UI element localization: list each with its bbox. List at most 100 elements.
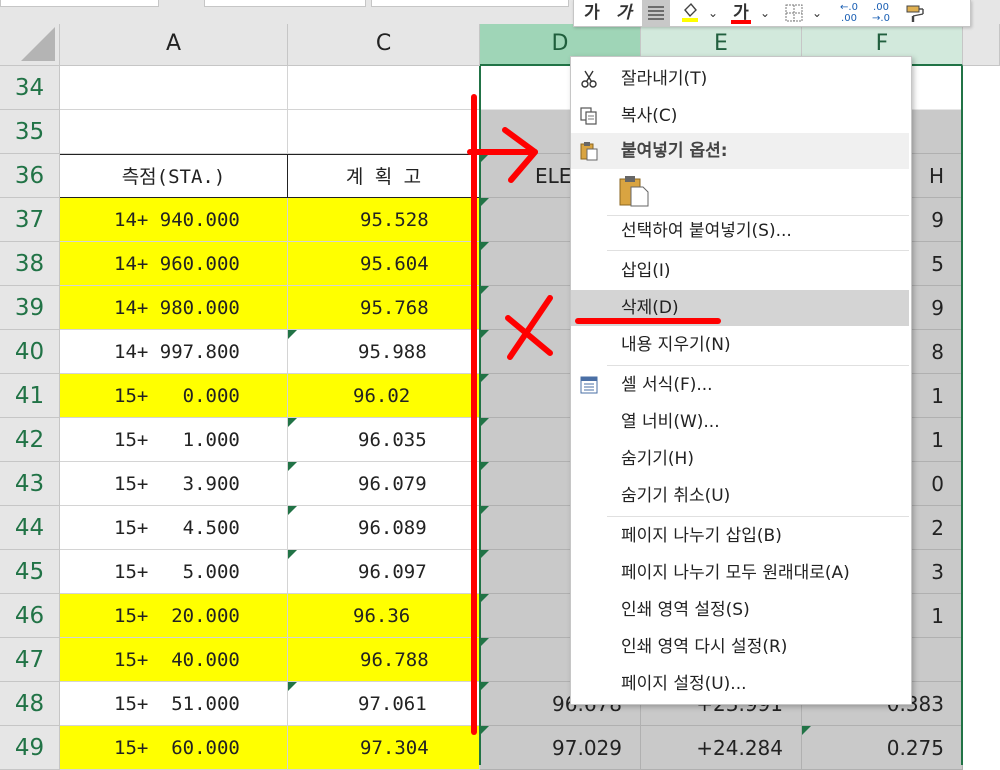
cell-c-36[interactable]: 계 획 고 [288, 154, 480, 198]
cell-e-49[interactable]: +24.284 [641, 726, 802, 770]
cell-a-48[interactable]: 15+ 51.000 [60, 682, 288, 726]
cell-a-42[interactable]: 15+ 1.000 [60, 418, 288, 462]
column-header-c[interactable]: C [288, 24, 480, 66]
cell-value: 97.061 [358, 693, 427, 715]
align-center-button[interactable] [642, 0, 670, 26]
menu-item-set-print-area[interactable]: 인쇄 영역 설정(S) [571, 592, 909, 628]
menu-item-copy[interactable]: 복사(C) [571, 98, 909, 134]
row-header[interactable]: 40 [0, 330, 60, 374]
menu-item-paste-special[interactable]: 선택하여 붙여넣기(S)... [571, 213, 909, 249]
row-header[interactable]: 37 [0, 198, 60, 242]
menu-item-insert[interactable]: 삽입(I) [571, 253, 909, 289]
select-all-button[interactable] [0, 24, 60, 66]
row-header[interactable]: 36 [0, 154, 60, 198]
cell-a-40[interactable]: 14+ 997.800 [60, 330, 288, 374]
row-header[interactable]: 49 [0, 726, 60, 770]
row-header[interactable]: 39 [0, 286, 60, 330]
borders-button[interactable] [782, 0, 806, 26]
copy-icon [580, 107, 597, 125]
cell-c-34[interactable] [288, 66, 480, 110]
cell-d-49[interactable]: 97.029 [480, 726, 641, 770]
error-indicator-icon [288, 682, 297, 691]
cell-value: H [928, 164, 944, 188]
cell-a-41[interactable]: 15+ 0.000 [60, 374, 288, 418]
row-header[interactable]: 48 [0, 682, 60, 726]
cell-c-41[interactable]: 96.02 [288, 374, 480, 418]
font-color-button[interactable]: 가 [728, 0, 754, 26]
menu-item-reset-print-area[interactable]: 인쇄 영역 다시 설정(R) [571, 629, 909, 665]
column-header-a[interactable]: A [60, 24, 288, 66]
menu-item-format-cells[interactable]: 셀 서식(F)... [571, 367, 909, 403]
formula-input[interactable] [371, 0, 569, 7]
cell-value: 97.029 [552, 736, 622, 760]
row-header[interactable]: 41 [0, 374, 60, 418]
italic-button[interactable]: 가 [612, 0, 636, 26]
cell-a-36[interactable]: 측점(STA.) [60, 154, 288, 198]
error-indicator-icon [480, 550, 489, 559]
menu-item-clear-contents[interactable]: 내용 지우기(N) [571, 327, 909, 363]
paint-bucket-icon [682, 2, 698, 22]
menu-item-delete[interactable]: 삭제(D) [571, 290, 909, 326]
row-header[interactable]: 35 [0, 110, 60, 154]
formula-bar-control[interactable] [204, 0, 366, 7]
cell-c-35[interactable] [288, 110, 480, 154]
cell-a-38[interactable]: 14+ 960.000 [60, 242, 288, 286]
cell-c-38[interactable]: 95.604 [288, 242, 480, 286]
cell-value: 2 [931, 516, 944, 540]
row-header[interactable]: 34 [0, 66, 60, 110]
cell-f-49[interactable]: 0.275 [802, 726, 963, 770]
menu-item-reset-page-breaks[interactable]: 페이지 나누기 모두 원래대로(A) [571, 555, 909, 591]
cell-value: 15+ 40.000 [114, 649, 240, 671]
cell-c-40[interactable]: 95.988 [288, 330, 480, 374]
cell-a-43[interactable]: 15+ 3.900 [60, 462, 288, 506]
name-box[interactable] [0, 0, 159, 7]
row-header[interactable]: 47 [0, 638, 60, 682]
menu-item-insert-page-break[interactable]: 페이지 나누기 삽입(B) [571, 518, 909, 554]
borders-dropdown[interactable]: ⌄ [810, 0, 824, 26]
cell-c-47[interactable]: 96.788 [288, 638, 480, 682]
menu-item-column-width[interactable]: 열 너비(W)... [571, 404, 909, 440]
cell-c-48[interactable]: 97.061 [288, 682, 480, 726]
cell-c-43[interactable]: 96.079 [288, 462, 480, 506]
cell-value: 1 [931, 384, 944, 408]
menu-item-hide[interactable]: 숨기기(H) [571, 441, 909, 477]
cell-value: 96.36 [353, 605, 411, 627]
format-painter-button[interactable] [902, 0, 928, 26]
cell-value: 0.275 [886, 736, 944, 760]
cell-a-49[interactable]: 15+ 60.000 [60, 726, 288, 770]
increase-decimal-button[interactable]: ←.0 .00 [834, 0, 864, 28]
cell-a-44[interactable]: 15+ 4.500 [60, 506, 288, 550]
cell-c-49[interactable]: 97.304 [288, 726, 480, 770]
paste-option-paste[interactable] [571, 170, 909, 212]
cell-value: 15+ 1.000 [114, 429, 240, 451]
cell-a-35[interactable] [60, 110, 288, 154]
format-painter-icon [906, 5, 924, 22]
cell-c-42[interactable]: 96.035 [288, 418, 480, 462]
menu-item-cut[interactable]: 잘라내기(T) [571, 61, 909, 97]
cell-c-45[interactable]: 96.097 [288, 550, 480, 594]
cell-a-39[interactable]: 14+ 980.000 [60, 286, 288, 330]
bold-button[interactable]: 가 [580, 0, 604, 26]
row-header[interactable]: 42 [0, 418, 60, 462]
row-header[interactable]: 46 [0, 594, 60, 638]
cell-a-47[interactable]: 15+ 40.000 [60, 638, 288, 682]
fill-color-dropdown[interactable]: ⌄ [706, 0, 720, 26]
menu-item-unhide[interactable]: 숨기기 취소(U) [571, 478, 909, 514]
row-header[interactable]: 38 [0, 242, 60, 286]
cell-a-46[interactable]: 15+ 20.000 [60, 594, 288, 638]
cell-c-46[interactable]: 96.36 [288, 594, 480, 638]
cell-a-37[interactable]: 14+ 940.000 [60, 198, 288, 242]
cell-c-39[interactable]: 95.768 [288, 286, 480, 330]
row-header[interactable]: 43 [0, 462, 60, 506]
font-color-dropdown[interactable]: ⌄ [758, 0, 772, 26]
cell-value: 5 [931, 252, 944, 276]
cell-c-37[interactable]: 95.528 [288, 198, 480, 242]
cell-c-44[interactable]: 96.089 [288, 506, 480, 550]
row-header[interactable]: 45 [0, 550, 60, 594]
cell-a-45[interactable]: 15+ 5.000 [60, 550, 288, 594]
row-header[interactable]: 44 [0, 506, 60, 550]
menu-item-page-setup[interactable]: 페이지 설정(U)... [571, 666, 909, 702]
decrease-decimal-button[interactable]: .00 →.0 [866, 0, 896, 28]
cell-a-34[interactable] [60, 66, 288, 110]
fill-color-button[interactable] [676, 0, 704, 26]
